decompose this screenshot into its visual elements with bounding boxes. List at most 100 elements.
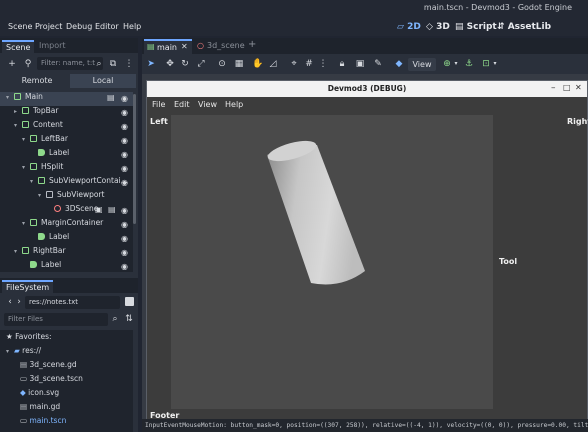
debug-menu-help[interactable]: Help [225, 100, 243, 109]
script-attached-icon[interactable]: ▤ [108, 205, 116, 214]
mode-2d-label: 2D [407, 22, 421, 32]
fs-file[interactable]: ▭ 3d_scene.tscn [20, 374, 83, 388]
fs-filter-input[interactable]: Filter Files [4, 313, 108, 326]
tab-3d-scene[interactable]: ○ 3d_scene [197, 41, 249, 54]
visibility-eye-icon[interactable]: ◉ [121, 220, 128, 229]
menu-editor[interactable]: Editor [95, 22, 119, 31]
bone-icon[interactable]: ✎ [373, 59, 383, 69]
grid-snap-icon[interactable]: # [304, 59, 314, 69]
expanded-arrow-icon[interactable]: ▾ [14, 248, 22, 255]
tree-row-label[interactable]: Label [0, 232, 133, 246]
visibility-eye-icon[interactable]: ◉ [121, 122, 128, 131]
scale-tool-icon[interactable]: ⤢ [196, 59, 206, 69]
rotate-tool-icon[interactable]: ↻ [180, 59, 190, 69]
tree-row-subviewport[interactable]: ▾ SubViewport [0, 190, 133, 204]
expanded-arrow-icon[interactable]: ▾ [22, 164, 30, 171]
visibility-eye-icon[interactable]: ◉ [121, 164, 128, 173]
lock-icon[interactable]: 🔒︎ [337, 59, 347, 69]
menu-help[interactable]: Help [123, 22, 141, 31]
maximize-icon[interactable]: □ [563, 83, 571, 92]
tree-row-hsplit[interactable]: ▾ HSplit [0, 162, 133, 176]
visibility-eye-icon[interactable]: ◉ [121, 234, 128, 243]
scene-tree-scrollbar[interactable] [133, 94, 136, 224]
menu-debug[interactable]: Debug [66, 22, 92, 31]
tree-row-topbar[interactable]: ▸ TopBar [0, 106, 133, 120]
debug-menu-file[interactable]: File [152, 100, 165, 109]
fs-file-selected[interactable]: ▭ main.tscn [20, 416, 66, 430]
debug-menu-view[interactable]: View [198, 100, 217, 109]
tab-scene[interactable]: Scene [2, 40, 35, 53]
pan-tool-icon[interactable]: ✋ [252, 59, 263, 69]
mode-script-button[interactable]: ▤ Script [455, 22, 497, 32]
visibility-eye-icon[interactable]: ◉ [121, 108, 128, 117]
debug-menu-edit[interactable]: Edit [174, 100, 190, 109]
list-tool-icon[interactable]: ▦ [234, 59, 244, 69]
tree-row-leftbar[interactable]: ▾ LeftBar [0, 134, 133, 148]
open-scene-icon[interactable]: ▣ [95, 205, 103, 214]
folder-icon: ▰ [14, 346, 23, 355]
fs-file[interactable]: ▤ 3d_scene.gd [20, 360, 77, 374]
fs-root[interactable]: ▾ ▰ res:// [6, 346, 41, 360]
view-menu-button[interactable]: View [408, 58, 436, 71]
link-icon[interactable]: ⚲ [23, 59, 33, 69]
expanded-arrow-icon[interactable]: ▾ [22, 136, 30, 143]
expanded-arrow-icon[interactable]: ▾ [30, 178, 38, 185]
visibility-eye-icon[interactable]: ◉ [121, 150, 128, 159]
visibility-eye-icon[interactable]: ◉ [121, 262, 128, 271]
visibility-eye-icon[interactable]: ◉ [121, 206, 128, 215]
menu-project[interactable]: Project [35, 22, 62, 31]
expanded-arrow-icon[interactable]: ▾ [14, 122, 22, 129]
filter-options-icon[interactable]: ⧉ [108, 59, 118, 69]
close-icon[interactable]: ✕ [575, 83, 582, 92]
kebab-menu-icon[interactable]: ⋮ [124, 59, 134, 69]
add-tab-icon[interactable]: + [248, 39, 256, 50]
script-attached-icon[interactable]: ▤ [107, 93, 115, 102]
collapsed-arrow-icon[interactable]: ▸ [14, 108, 22, 115]
forward-arrow-icon[interactable]: › [14, 297, 24, 307]
fs-favorites[interactable]: ★ Favorites: [6, 332, 52, 346]
remote-button[interactable]: Remote [4, 74, 70, 88]
local-button[interactable]: Local [70, 74, 136, 88]
3d-viewport[interactable] [171, 115, 493, 409]
tree-row-rightbar[interactable]: ▾ RightBar [0, 246, 133, 260]
mode-assetlib-button[interactable]: ⇵ AssetLib [497, 22, 551, 32]
pivot-tool-icon[interactable]: ⊙ [217, 59, 227, 69]
expanded-arrow-icon[interactable]: ▾ [22, 220, 30, 227]
tree-row-subviewportcontainer[interactable]: ▾ SubViewportContai... [0, 176, 133, 190]
tree-row-margincontainer[interactable]: ▾ MarginContainer [0, 218, 133, 232]
visibility-eye-icon[interactable]: ◉ [121, 136, 128, 145]
tree-row-label[interactable]: Label [0, 148, 133, 162]
expanded-arrow-icon[interactable]: ▾ [6, 94, 14, 101]
anchor-icon[interactable]: ⚓︎ [464, 59, 474, 69]
split-view-icon[interactable] [125, 297, 134, 306]
select-tool-icon[interactable]: ➤ [146, 59, 156, 69]
chevron-down-icon[interactable]: ▾ [490, 59, 500, 69]
chevron-down-icon[interactable]: ▾ [451, 59, 461, 69]
fs-file[interactable]: ▤ main.gd [20, 402, 60, 416]
menu-scene[interactable]: Scene [8, 22, 32, 31]
group-icon[interactable]: ▣ [355, 59, 365, 69]
visibility-eye-icon[interactable]: ◉ [121, 178, 128, 187]
mode-2d-button[interactable]: ▱ 2D [397, 22, 421, 32]
sort-icon[interactable]: ⇅ [124, 314, 134, 324]
expanded-arrow-icon[interactable]: ▾ [38, 192, 46, 199]
fs-file[interactable]: ◆ icon.svg [20, 388, 59, 402]
tab-import[interactable]: Import [35, 40, 70, 51]
visibility-eye-icon[interactable]: ◉ [121, 248, 128, 257]
move-tool-icon[interactable]: ✥ [165, 59, 175, 69]
tree-row-content[interactable]: ▾ Content [0, 120, 133, 134]
snap-options-icon[interactable]: ⋮ [318, 59, 328, 69]
add-node-icon[interactable]: + [7, 59, 17, 69]
camera-override-icon[interactable]: ◆ [394, 59, 404, 69]
smart-snap-icon[interactable]: ⌖ [289, 59, 299, 69]
expanded-arrow-icon[interactable]: ▾ [6, 348, 14, 355]
ruler-tool-icon[interactable]: ◿ [268, 59, 278, 69]
tab-main[interactable]: ▤ main ✕ [144, 39, 192, 54]
tab-filesystem[interactable]: FileSystem [2, 280, 54, 293]
minimize-icon[interactable]: – [551, 83, 556, 93]
tree-row-label[interactable]: Label [0, 260, 133, 274]
visibility-eye-icon[interactable]: ◉ [121, 94, 128, 103]
mode-3d-button[interactable]: ◇ 3D [426, 22, 450, 32]
fs-path-input[interactable]: res://notes.txt [25, 296, 120, 309]
close-icon[interactable]: ✕ [181, 42, 188, 51]
